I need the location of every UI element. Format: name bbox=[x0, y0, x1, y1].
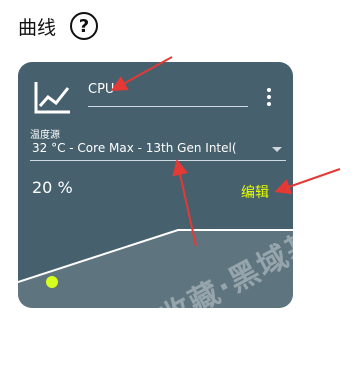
chevron-down-icon bbox=[272, 147, 282, 152]
curve-name-value: CPU bbox=[88, 82, 115, 97]
line-chart-icon bbox=[34, 82, 70, 114]
edit-button[interactable]: 编辑 bbox=[241, 182, 269, 202]
temperature-source-value: 32 °C - Core Max - 13th Gen Intel( bbox=[32, 141, 237, 155]
more-vertical-icon[interactable] bbox=[266, 88, 272, 106]
curve-point bbox=[46, 276, 58, 288]
page-header: 曲线 ? bbox=[18, 12, 99, 40]
temperature-source-select[interactable]: 32 °C - Core Max - 13th Gen Intel( bbox=[30, 138, 286, 161]
page-title: 曲线 bbox=[18, 16, 57, 39]
question-circle-icon[interactable]: ? bbox=[70, 12, 99, 40]
curve-name-field[interactable]: CPU bbox=[88, 78, 248, 107]
fan-percent-value: 20 % bbox=[32, 178, 73, 197]
